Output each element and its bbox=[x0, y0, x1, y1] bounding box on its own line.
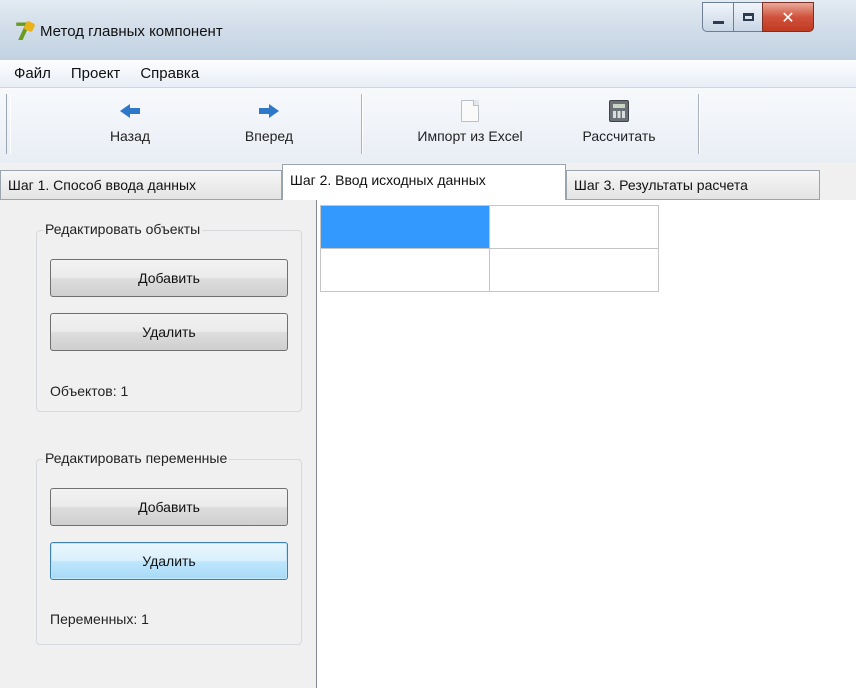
table-row bbox=[320, 248, 659, 292]
tab-strip: Шаг 1. Способ ввода данных Шаг 2. Ввод и… bbox=[0, 163, 856, 200]
objects-group: Редактировать объекты Добавить Удалить О… bbox=[36, 221, 302, 412]
import-excel-button[interactable]: Импорт из Excel bbox=[396, 98, 544, 156]
tab-step1[interactable]: Шаг 1. Способ ввода данных bbox=[0, 170, 282, 199]
table-row bbox=[320, 205, 659, 249]
tab-step2[interactable]: Шаг 2. Ввод исходных данных bbox=[282, 164, 566, 200]
toolbar: Назад Вперед Импорт из Excel Рассчитать bbox=[0, 88, 856, 164]
document-icon bbox=[461, 98, 479, 124]
minimize-button[interactable] bbox=[702, 2, 734, 32]
objects-count: Объектов: 1 bbox=[50, 383, 129, 399]
delete-variable-button[interactable]: Удалить bbox=[50, 542, 288, 580]
grid-cell[interactable] bbox=[320, 248, 490, 292]
objects-group-legend: Редактировать объекты bbox=[43, 221, 203, 237]
grid-cell-selected[interactable] bbox=[320, 205, 490, 249]
maximize-icon bbox=[742, 13, 754, 21]
minimize-icon bbox=[712, 20, 724, 24]
calculate-label: Рассчитать bbox=[582, 128, 656, 144]
arrow-right-icon bbox=[258, 98, 280, 124]
grid-cell[interactable] bbox=[489, 248, 659, 292]
menu-file[interactable]: Файл bbox=[0, 65, 61, 82]
left-panel: Редактировать объекты Добавить Удалить О… bbox=[0, 200, 316, 688]
back-label: Назад bbox=[109, 128, 151, 144]
tab-step3[interactable]: Шаг 3. Результаты расчета bbox=[566, 170, 820, 199]
menu-project[interactable]: Проект bbox=[61, 65, 130, 82]
delete-object-button[interactable]: Удалить bbox=[50, 313, 288, 351]
close-icon: ✕ bbox=[781, 7, 795, 27]
import-excel-label: Импорт из Excel bbox=[417, 128, 523, 144]
toolbar-grip[interactable] bbox=[6, 94, 11, 154]
toolbar-separator bbox=[698, 94, 700, 154]
menu-help[interactable]: Справка bbox=[130, 65, 209, 82]
data-grid bbox=[320, 205, 659, 292]
toolbar-separator bbox=[361, 94, 363, 154]
grid-cell[interactable] bbox=[489, 205, 659, 249]
variables-group-legend: Редактировать переменные bbox=[43, 450, 230, 466]
variables-count: Переменных: 1 bbox=[50, 611, 149, 627]
title-bar: 7 Метод главных компонент ✕ bbox=[0, 0, 856, 60]
menu-bar: Файл Проект Справка bbox=[0, 60, 856, 88]
app-icon: 7 bbox=[10, 18, 36, 46]
back-button[interactable]: Назад bbox=[100, 98, 160, 156]
forward-label: Вперед bbox=[244, 128, 294, 144]
window-title: Метод главных компонент bbox=[40, 23, 223, 40]
add-variable-button[interactable]: Добавить bbox=[50, 488, 288, 526]
arrow-left-icon bbox=[119, 98, 141, 124]
calculator-icon bbox=[609, 98, 629, 124]
close-button[interactable]: ✕ bbox=[762, 2, 814, 32]
forward-button[interactable]: Вперед bbox=[228, 98, 310, 156]
variables-group: Редактировать переменные Добавить Удалит… bbox=[36, 450, 302, 645]
maximize-button[interactable] bbox=[733, 2, 763, 32]
add-object-button[interactable]: Добавить bbox=[50, 259, 288, 297]
calculate-button[interactable]: Рассчитать bbox=[566, 98, 672, 156]
panel-divider bbox=[316, 200, 317, 688]
